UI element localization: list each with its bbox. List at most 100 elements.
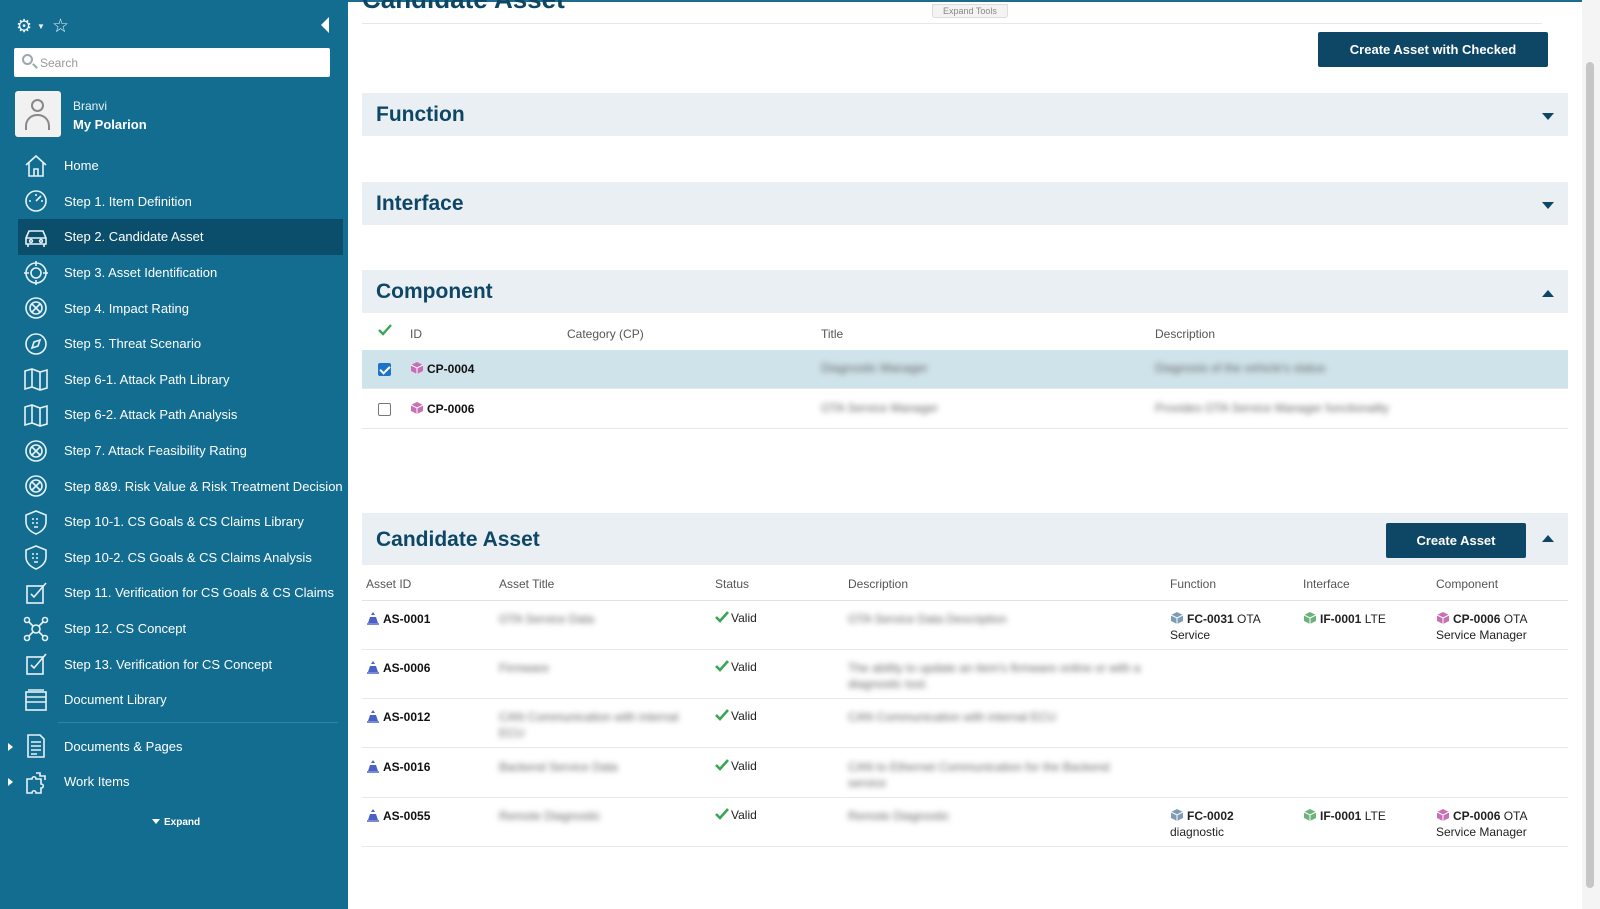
expand-arrow-icon[interactable]	[8, 742, 13, 751]
chevron-up-icon[interactable]	[1542, 290, 1554, 297]
column-header-title[interactable]: Title	[821, 327, 843, 341]
component-description: Provides OTA Service Manager functionali…	[1155, 401, 1389, 415]
library-icon	[22, 686, 50, 714]
status: Valid	[715, 808, 757, 822]
asset-id[interactable]: AS-0006	[366, 660, 430, 675]
asset-id-text: AS-0001	[383, 612, 431, 626]
interface-id: IF-0001	[1320, 612, 1362, 626]
column-header-description[interactable]: Description	[1155, 327, 1215, 341]
status-text: Valid	[731, 660, 757, 674]
table-row[interactable]: AS-0016 Backend Service Data Valid CAN to E…	[362, 749, 1568, 798]
function-link[interactable]: FC-0002 diagnostic	[1170, 808, 1290, 840]
asset-id[interactable]: AS-0055	[366, 808, 430, 823]
expand-arrow-icon	[152, 819, 160, 824]
component-section-header[interactable]: Component	[362, 270, 1568, 313]
sidebar-item-step-6-2-attack-path-analysis[interactable]: Step 6-2. Attack Path Analysis	[18, 397, 343, 433]
column-header-category[interactable]: Category (CP)	[567, 327, 644, 341]
sidebar-item-step-10-2-cs-goals-cs-claims-analysis[interactable]: Step 10-2. CS Goals & CS Claims Analysis	[18, 540, 343, 576]
vertical-scrollbar[interactable]	[1582, 0, 1600, 909]
component-id[interactable]: CP-0004	[410, 361, 474, 376]
gear-icon[interactable]: ⚙	[16, 16, 32, 37]
component-link[interactable]: CP-0006 OTA Service Manager	[1436, 808, 1561, 840]
sidebar-item-step-13-verification-for-cs-concept[interactable]: Step 13. Verification for CS Concept	[18, 646, 343, 682]
function-link[interactable]: FC-0031 OTA Service	[1170, 611, 1290, 643]
table-row[interactable]: AS-0055 Remote Diagnostic Valid Remote Diag…	[362, 798, 1568, 847]
function-text: diagnostic	[1170, 825, 1225, 839]
table-row[interactable]: CP-0006 OTA Service Manager Provides OTA…	[362, 390, 1568, 429]
sidebar-item-label: Documents & Pages	[64, 738, 183, 754]
sidebar-item-step-7-attack-feasibility-rating[interactable]: Step 7. Attack Feasibility Rating	[18, 433, 343, 469]
column-header-description[interactable]: Description	[848, 577, 908, 591]
interface-link[interactable]: IF-0001 LTE	[1303, 808, 1423, 824]
chevron-up-icon[interactable]	[1542, 535, 1554, 542]
user-name: Branvi	[73, 99, 108, 113]
user-panel[interactable]: Branvi My Polarion	[15, 91, 333, 137]
row-checkbox[interactable]	[378, 403, 391, 416]
table-row[interactable]: CP-0004 Diagnostic Manager Diagnosis of …	[362, 350, 1568, 389]
caret-down-icon[interactable]: ▼	[37, 22, 45, 31]
scrollbar-thumb[interactable]	[1586, 62, 1594, 888]
column-header-function[interactable]: Function	[1170, 577, 1216, 591]
interface-link[interactable]: IF-0001 LTE	[1303, 611, 1423, 627]
tree-item-documents-pages[interactable]: Documents & Pages	[8, 729, 343, 765]
check-all-icon[interactable]	[378, 324, 392, 336]
create-asset-button[interactable]: Create Asset	[1386, 523, 1526, 558]
verify-icon	[22, 650, 50, 678]
sidebar-item-step-1-item-definition[interactable]: Step 1. Item Definition	[18, 184, 343, 220]
chevron-down-icon[interactable]	[1542, 113, 1554, 120]
star-icon[interactable]: ☆	[52, 15, 69, 38]
gauge-icon	[22, 187, 50, 215]
tree-item-work-items[interactable]: Work Items	[8, 764, 343, 800]
function-section-header[interactable]: Function	[362, 93, 1568, 136]
sidebar-item-step-4-impact-rating[interactable]: Step 4. Impact Rating	[18, 290, 343, 326]
sidebar-item-step-10-1-cs-goals-cs-claims-library[interactable]: Step 10-1. CS Goals & CS Claims Library	[18, 504, 343, 540]
column-header-asset-id[interactable]: Asset ID	[366, 577, 411, 591]
chevron-down-icon[interactable]	[1542, 202, 1554, 209]
car-icon	[22, 223, 50, 251]
column-header-component[interactable]: Component	[1436, 577, 1498, 591]
sidebar-item-label: Step 2. Candidate Asset	[64, 229, 204, 245]
asset-icon	[367, 809, 379, 822]
sidebar-item-step-2-candidate-asset[interactable]: Step 2. Candidate Asset	[18, 219, 343, 255]
table-row[interactable]: AS-0006 Firmware Valid The ability to updat…	[362, 650, 1568, 699]
table-row[interactable]: AS-0012 CAN Communication with internal E…	[362, 699, 1568, 748]
section-title: Function	[376, 103, 465, 126]
sidebar-item-step-12-cs-concept[interactable]: Step 12. CS Concept	[18, 611, 343, 647]
sidebar-item-home[interactable]: Home	[18, 148, 343, 184]
compass-icon	[22, 330, 50, 358]
sidebar-item-step-5-threat-scenario[interactable]: Step 5. Threat Scenario	[18, 326, 343, 362]
row-checkbox[interactable]	[378, 363, 391, 376]
interface-section-header[interactable]: Interface	[362, 182, 1568, 225]
valid-check-icon	[715, 808, 729, 820]
table-row[interactable]: AS-0001 OTA Service Data Valid OTA Service …	[362, 601, 1568, 650]
column-header-id[interactable]: ID	[410, 327, 422, 341]
collapse-sidebar-icon[interactable]	[321, 17, 329, 33]
sidebar-item-step-3-asset-identification[interactable]: Step 3. Asset Identification	[18, 255, 343, 291]
status-text: Valid	[731, 611, 757, 625]
asset-icon	[367, 760, 379, 773]
avatar	[15, 91, 61, 137]
sidebar-item-label: Step 10-2. CS Goals & CS Claims Analysis	[64, 549, 312, 565]
column-header-status[interactable]: Status	[715, 577, 749, 591]
function-id: FC-0002	[1187, 809, 1234, 823]
asset-id-text: AS-0012	[383, 710, 431, 724]
asset-id[interactable]: AS-0012	[366, 709, 430, 724]
expand-tools-button[interactable]: Expand Tools	[932, 4, 1008, 18]
sidebar-item-step-11-verification-for-cs-goals-cs-claims[interactable]: Step 11. Verification for CS Goals & CS …	[18, 575, 343, 611]
sidebar-item-label: Step 7. Attack Feasibility Rating	[64, 443, 247, 459]
project-name[interactable]: My Polarion	[73, 117, 147, 132]
sidebar-item-step-8-9-risk-value-risk-treatment-decision[interactable]: Step 8&9. Risk Value & Risk Treatment De…	[18, 468, 343, 504]
search-input[interactable]	[40, 48, 326, 77]
sidebar-item-step-6-1-attack-path-library[interactable]: Step 6-1. Attack Path Library	[18, 362, 343, 398]
component-id[interactable]: CP-0006	[410, 401, 474, 416]
sidebar-expand-button[interactable]: Expand	[152, 817, 200, 828]
column-header-interface[interactable]: Interface	[1303, 577, 1350, 591]
create-asset-with-checked-button[interactable]: Create Asset with Checked	[1318, 32, 1548, 67]
sidebar-item-document-library[interactable]: Document Library	[18, 682, 343, 718]
asset-id[interactable]: AS-0016	[366, 759, 430, 774]
expand-arrow-icon[interactable]	[8, 778, 13, 787]
asset-description: CAN Communication with internal ECU	[848, 710, 1057, 724]
component-link[interactable]: CP-0006 OTA Service Manager	[1436, 611, 1561, 643]
asset-id[interactable]: AS-0001	[366, 611, 430, 626]
column-header-asset-title[interactable]: Asset Title	[499, 577, 554, 591]
